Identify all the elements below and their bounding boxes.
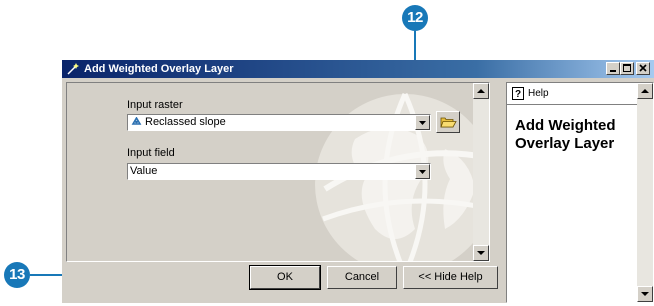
hide-help-button[interactable]: << Hide Help <box>403 266 498 289</box>
input-raster-dropdown-arrow[interactable] <box>415 115 430 130</box>
chevron-down-icon <box>477 251 485 255</box>
help-tab-label: Help <box>528 88 549 99</box>
parameters-pane: Input raster Reclassed slope Input field… <box>66 82 490 262</box>
scroll-up-button[interactable] <box>473 83 489 99</box>
title-bar: Add Weighted Overlay Layer <box>62 60 654 78</box>
window-title: Add Weighted Overlay Layer <box>84 63 234 75</box>
open-folder-icon <box>440 117 457 128</box>
help-title: Add Weighted Overlay Layer <box>515 117 616 152</box>
chevron-down-icon <box>641 292 649 296</box>
close-icon <box>639 64 647 72</box>
ok-button[interactable]: OK <box>249 265 321 290</box>
input-field-dropdown[interactable]: Value <box>127 163 431 180</box>
raster-layer-icon <box>131 117 142 125</box>
maximize-button[interactable] <box>620 62 634 75</box>
chevron-down-icon <box>419 121 426 125</box>
wand-icon <box>67 63 79 75</box>
input-raster-label: Input raster <box>127 99 183 111</box>
chevron-up-icon <box>477 89 485 93</box>
maximize-icon <box>623 64 631 72</box>
input-raster-dropdown[interactable]: Reclassed slope <box>127 114 431 131</box>
help-tab[interactable]: ? Help <box>507 83 637 105</box>
input-field-label: Input field <box>127 147 175 159</box>
minimize-icon <box>610 70 616 72</box>
help-scroll-down-button[interactable] <box>637 286 653 302</box>
help-scrollbar[interactable] <box>637 83 653 302</box>
svg-text:?: ? <box>515 89 521 100</box>
input-field-value: Value <box>130 165 158 177</box>
chevron-down-icon <box>419 170 426 174</box>
input-field-dropdown-arrow[interactable] <box>415 164 430 179</box>
input-raster-value: Reclassed slope <box>145 116 226 128</box>
chevron-up-icon <box>641 89 649 93</box>
help-icon: ? <box>512 87 524 100</box>
callout-13: 13 <box>4 262 30 288</box>
parameters-scrollbar[interactable] <box>473 83 489 261</box>
add-weighted-overlay-dialog: Add Weighted Overlay Layer Input raster <box>62 60 654 303</box>
browse-button[interactable] <box>436 111 460 133</box>
callout-12: 12 <box>402 5 428 31</box>
minimize-button[interactable] <box>606 62 620 75</box>
cancel-button[interactable]: Cancel <box>327 266 397 289</box>
help-pane: ? Help Add Weighted Overlay Layer <box>506 82 654 303</box>
close-button[interactable] <box>636 62 650 75</box>
help-scroll-up-button[interactable] <box>637 83 653 99</box>
scroll-down-button[interactable] <box>473 245 489 261</box>
